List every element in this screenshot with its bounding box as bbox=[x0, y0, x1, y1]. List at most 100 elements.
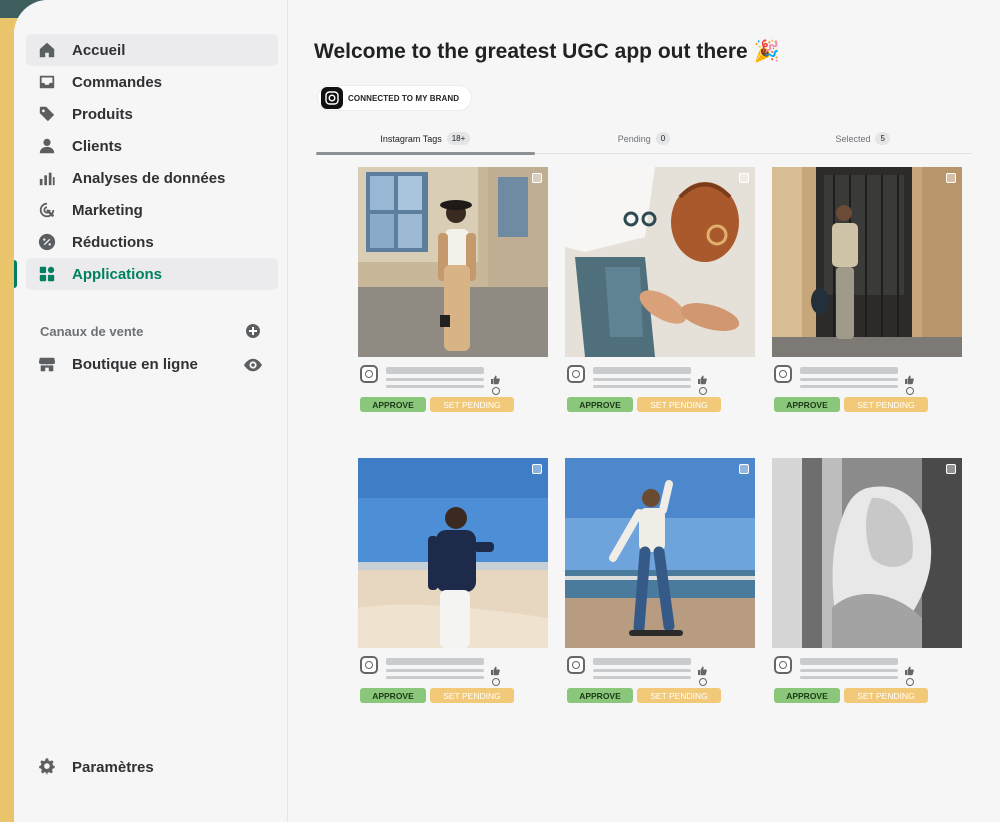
sidebar-item-label: Réductions bbox=[72, 233, 154, 251]
target-icon bbox=[36, 199, 58, 221]
select-checkbox[interactable] bbox=[532, 173, 542, 183]
clock-icon bbox=[492, 387, 500, 395]
add-channel-icon[interactable] bbox=[245, 323, 261, 339]
approve-button[interactable]: APPROVE bbox=[774, 397, 840, 412]
thumbs-up-icon bbox=[905, 375, 914, 385]
clock-icon bbox=[699, 387, 707, 395]
main-content: Welcome to the greatest UGC app out ther… bbox=[302, 0, 1000, 822]
approve-button[interactable]: APPROVE bbox=[774, 688, 840, 703]
username-placeholder bbox=[800, 658, 898, 665]
app-window: Accueil Commandes Produits Clients Analy… bbox=[14, 0, 1000, 822]
tab-count-badge: 5 bbox=[875, 132, 890, 145]
select-checkbox[interactable] bbox=[946, 464, 956, 474]
sidebar-item-label: Commandes bbox=[72, 73, 163, 91]
sidebar-item-analyses[interactable]: Analyses de données bbox=[26, 162, 278, 194]
post-photo[interactable] bbox=[358, 167, 548, 357]
username-placeholder bbox=[800, 367, 898, 374]
post-photo[interactable] bbox=[772, 167, 962, 357]
caption-placeholder bbox=[800, 385, 898, 388]
sidebar-item-reductions[interactable]: Réductions bbox=[26, 226, 278, 258]
set-pending-button[interactable]: SET PENDING bbox=[637, 397, 721, 412]
sidebar-item-commandes[interactable]: Commandes bbox=[26, 66, 278, 98]
tab-pending[interactable]: Pending 0 bbox=[535, 124, 754, 153]
caption-placeholder bbox=[593, 669, 691, 672]
set-pending-button[interactable]: SET PENDING bbox=[430, 397, 514, 412]
inbox-icon bbox=[36, 71, 58, 93]
tab-count-badge: 0 bbox=[655, 132, 671, 145]
approve-button[interactable]: APPROVE bbox=[567, 397, 633, 412]
approve-button[interactable]: APPROVE bbox=[567, 688, 633, 703]
brand-connection-badge[interactable]: CONNECTED TO MY BRAND bbox=[318, 86, 472, 110]
username-placeholder bbox=[593, 658, 691, 665]
caption-placeholder bbox=[386, 378, 484, 381]
sidebar-item-label: Clients bbox=[72, 137, 123, 155]
caption-placeholder bbox=[593, 378, 691, 381]
select-checkbox[interactable] bbox=[946, 173, 956, 183]
instagram-icon bbox=[774, 656, 792, 674]
sidebar-item-produits[interactable]: Produits bbox=[26, 98, 278, 130]
card-actions: APPROVE SET PENDING bbox=[567, 397, 755, 412]
post-photo[interactable] bbox=[772, 458, 962, 648]
sidebar-item-label: Analyses de données bbox=[72, 169, 226, 187]
set-pending-button[interactable]: SET PENDING bbox=[844, 397, 928, 412]
select-checkbox[interactable] bbox=[739, 464, 749, 474]
tab-label: Pending bbox=[617, 133, 651, 144]
ugc-card: APPROVE SET PENDING bbox=[565, 458, 755, 703]
set-pending-button[interactable]: SET PENDING bbox=[430, 688, 514, 703]
clock-icon bbox=[906, 387, 914, 395]
caption-placeholder bbox=[386, 385, 484, 388]
sidebar-item-marketing[interactable]: Marketing bbox=[26, 194, 278, 226]
settings-item[interactable]: Paramètres bbox=[14, 751, 288, 783]
approve-button[interactable]: APPROVE bbox=[360, 688, 426, 703]
tab-count-badge: 18+ bbox=[446, 132, 471, 145]
store-icon bbox=[36, 353, 58, 375]
settings-label: Paramètres bbox=[72, 758, 154, 776]
discount-icon bbox=[36, 231, 58, 253]
person-icon bbox=[36, 135, 58, 157]
sales-channel-online-store[interactable]: Boutique en ligne bbox=[14, 348, 288, 380]
apps-icon bbox=[36, 263, 58, 285]
caption-placeholder bbox=[800, 669, 898, 672]
card-actions: APPROVE SET PENDING bbox=[360, 688, 548, 703]
tab-bar: Instagram Tags 18+ Pending 0 Selected 5 bbox=[316, 124, 972, 155]
card-actions: APPROVE SET PENDING bbox=[774, 397, 962, 412]
instagram-icon bbox=[360, 365, 378, 383]
sidebar-item-label: Applications bbox=[72, 265, 163, 283]
caption-placeholder bbox=[800, 676, 898, 679]
tab-label: Selected bbox=[835, 133, 871, 144]
sidebar-item-accueil[interactable]: Accueil bbox=[26, 34, 278, 66]
instagram-icon bbox=[321, 87, 343, 109]
tag-icon bbox=[36, 103, 58, 125]
caption-placeholder bbox=[386, 669, 484, 672]
set-pending-button[interactable]: SET PENDING bbox=[844, 688, 928, 703]
caption-placeholder bbox=[800, 378, 898, 381]
instagram-icon bbox=[567, 365, 585, 383]
set-pending-button[interactable]: SET PENDING bbox=[637, 688, 721, 703]
instagram-icon bbox=[360, 656, 378, 674]
sidebar-item-label: Produits bbox=[72, 105, 133, 123]
thumbs-up-icon bbox=[491, 666, 500, 676]
tab-instagram-tags[interactable]: Instagram Tags 18+ bbox=[316, 124, 535, 155]
caption-placeholder bbox=[593, 385, 691, 388]
post-meta bbox=[772, 357, 962, 397]
tab-selected[interactable]: Selected 5 bbox=[753, 124, 972, 153]
thumbs-up-icon bbox=[698, 375, 707, 385]
ugc-card: APPROVE SET PENDING bbox=[772, 167, 962, 412]
post-photo[interactable] bbox=[565, 458, 755, 648]
sidebar-item-clients[interactable]: Clients bbox=[26, 130, 278, 162]
sidebar-item-applications[interactable]: Applications bbox=[14, 258, 278, 290]
brand-badge-label: CONNECTED TO MY BRAND bbox=[348, 93, 460, 103]
instagram-icon bbox=[567, 656, 585, 674]
eye-icon[interactable] bbox=[244, 358, 262, 372]
username-placeholder bbox=[593, 367, 691, 374]
select-checkbox[interactable] bbox=[739, 173, 749, 183]
ugc-card: APPROVE SET PENDING bbox=[358, 167, 548, 412]
post-photo[interactable] bbox=[565, 167, 755, 357]
post-photo[interactable] bbox=[358, 458, 548, 648]
clock-icon bbox=[699, 678, 707, 686]
approve-button[interactable]: APPROVE bbox=[360, 397, 426, 412]
select-checkbox[interactable] bbox=[532, 464, 542, 474]
post-meta bbox=[358, 357, 548, 397]
clock-icon bbox=[906, 678, 914, 686]
bar-chart-icon bbox=[36, 167, 58, 189]
